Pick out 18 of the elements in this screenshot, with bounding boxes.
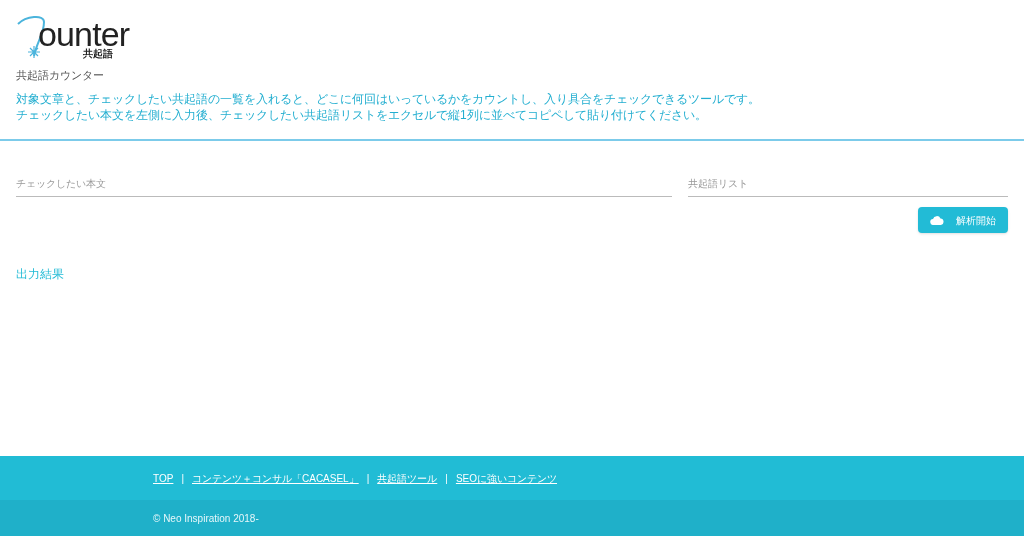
footer-link[interactable]: 共起語ツール (377, 470, 438, 486)
output-title: 出力結果 (16, 266, 65, 283)
logo-wordmark: ounter (38, 18, 130, 50)
analyze-button[interactable]: 解析開始 (918, 207, 1008, 233)
cloud-icon (930, 215, 944, 225)
logo-subtitle: 共起語 (83, 48, 114, 60)
link-separator: | (181, 471, 184, 486)
site-name: 共起語カウンター (16, 68, 105, 83)
footer-link[interactable]: コンテンツ＋コンサル「CACASEL」 (192, 470, 359, 486)
copyright-text: © Neo Inspiration 2018- (153, 511, 259, 526)
description-text: チェックしたい本文を左側に入力後、チェックしたい共起語リストをエクセルで縦1列に並べてコピペして貼り付けてください。 (16, 107, 708, 123)
text-field[interactable]: 共起語リスト (688, 171, 1008, 197)
link-separator: | (445, 471, 448, 486)
footer-link[interactable]: SEOに強いコンテンツ (455, 470, 558, 486)
footer-link[interactable]: TOP (153, 470, 174, 486)
link-separator: | (366, 471, 370, 486)
description-text: 対象文章と、チェックしたい共起語の一覧を入れると、どこに何回はいっているかをカウントし、入り具合をチェックできるツールです。 (16, 91, 761, 107)
text-field[interactable]: チェックしたい本文 (16, 171, 672, 197)
